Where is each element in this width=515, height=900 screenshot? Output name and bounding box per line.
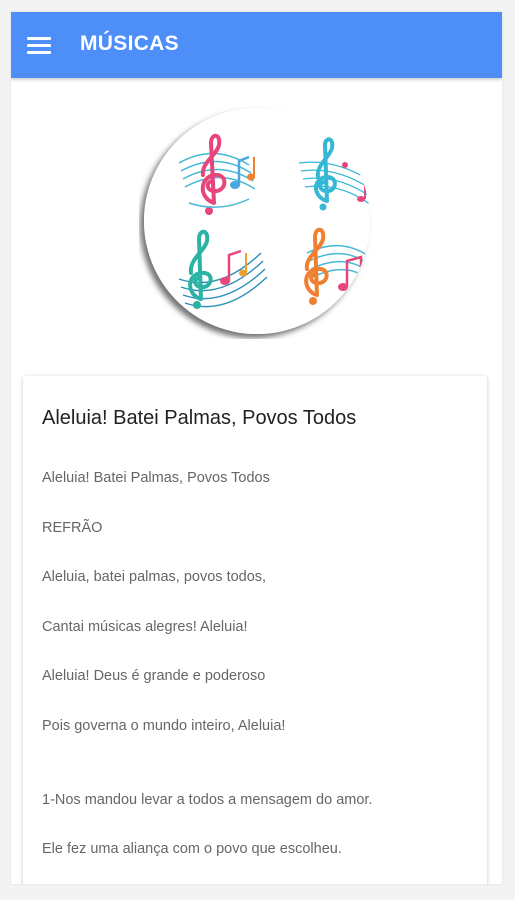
app-title: MÚSICAS: [80, 32, 179, 55]
lyric-line: Cantai músicas alegres! Aleluia!: [42, 619, 248, 635]
app-window: MÚSICAS Aleluia! Batei Palmas, Povos Tod…: [11, 12, 502, 884]
song-title: Aleluia! Batei Palmas, Povos Todos: [42, 407, 357, 429]
lyric-line: REFRÃO: [42, 520, 103, 536]
lyric-line: Pois governa o mundo inteiro, Aleluia!: [42, 718, 286, 734]
app-bar: MÚSICAS: [11, 12, 502, 78]
lyric-line: 1-Nos mandou levar a todos a mensagem do…: [42, 792, 373, 808]
lyric-line: Ele fez uma aliança com o povo que escol…: [42, 841, 342, 857]
song-card: Aleluia! Batei Palmas, Povos Todos Alelu…: [23, 376, 487, 884]
lyric-line: Aleluia! Deus é grande e poderoso: [42, 668, 266, 684]
lyric-line: Aleluia, batei palmas, povos todos,: [42, 569, 267, 585]
screen: MÚSICAS Aleluia! Batei Palmas, Povos Tod…: [0, 0, 515, 900]
hamburger-menu-icon[interactable]: [27, 34, 53, 56]
music-notes-logo-icon: [139, 103, 375, 339]
lyric-line: Aleluia! Batei Palmas, Povos Todos: [42, 470, 270, 486]
